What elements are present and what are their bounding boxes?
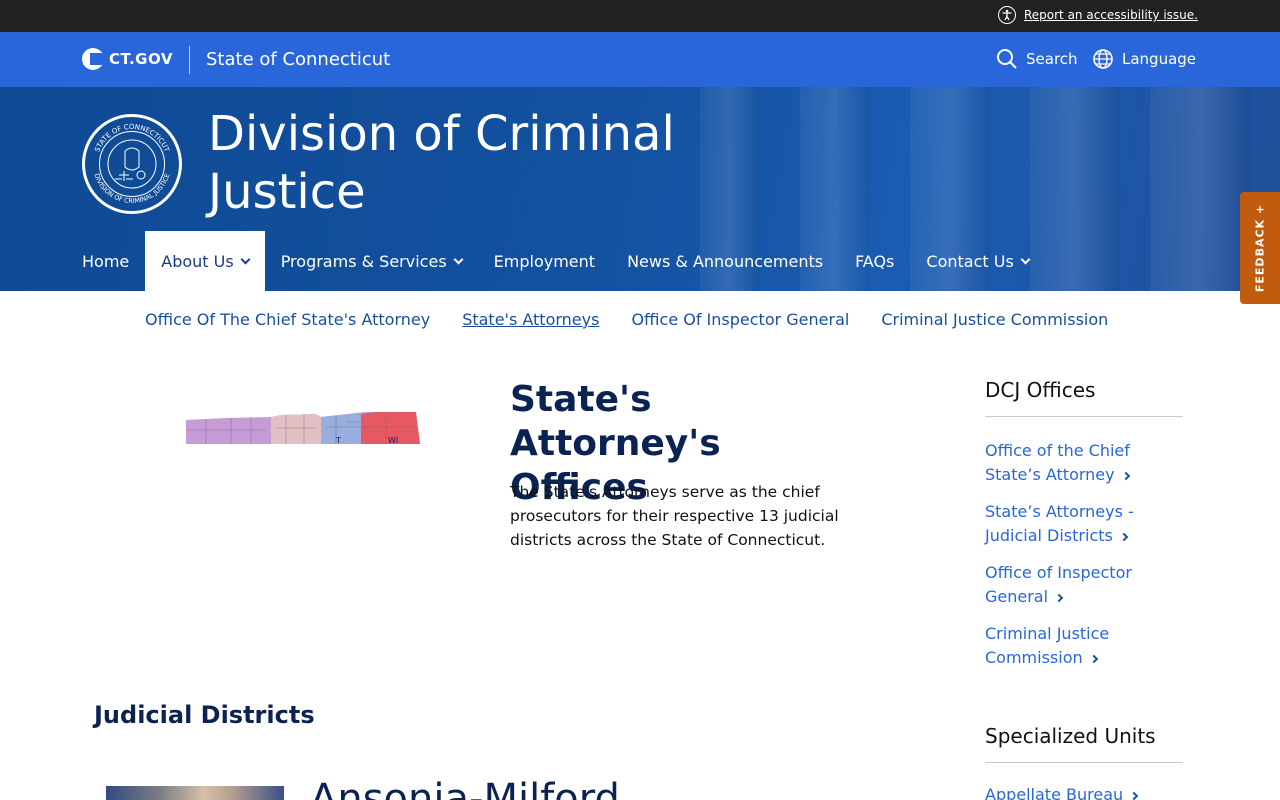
ct-gov-header: CT.GOV State of Connecticut Search Langu… bbox=[0, 32, 1280, 87]
sub-nav: Office Of The Chief State's Attorney Sta… bbox=[145, 310, 1108, 329]
nav-label: News & Announcements bbox=[627, 251, 824, 271]
header-divider bbox=[189, 46, 190, 74]
nav-item-employment[interactable]: Employment bbox=[478, 231, 611, 291]
sidebar-heading: Specialized Units bbox=[985, 724, 1183, 763]
state-name-link[interactable]: State of Connecticut bbox=[206, 49, 390, 70]
intro-text: The State's Attorneys serve as the chief… bbox=[510, 483, 839, 549]
ct-gov-logo[interactable]: CT.GOV bbox=[82, 48, 173, 70]
nav-item-programs-services[interactable]: Programs & Services bbox=[265, 231, 478, 291]
sidebar-specialized-units: Specialized Units Appellate Bureau bbox=[985, 724, 1183, 800]
nav-item-faqs[interactable]: FAQs bbox=[839, 231, 910, 291]
main-nav: Home About Us Programs & Services Employ… bbox=[82, 231, 1045, 291]
subnav-chief-states-attorney[interactable]: Office Of The Chief State's Attorney bbox=[145, 310, 430, 329]
district-heading[interactable]: Ansonia-Milford bbox=[310, 776, 620, 800]
accessibility-link[interactable]: Report an accessibility issue. bbox=[1024, 8, 1198, 22]
subnav-criminal-justice-commission[interactable]: Criminal Justice Commission bbox=[881, 310, 1108, 329]
chevron-down-icon bbox=[240, 254, 251, 264]
sidebar-link-chief-states-attorney[interactable]: Office of the Chief State’s Attorney bbox=[985, 439, 1183, 487]
utility-bar: Report an accessibility issue. bbox=[0, 0, 1280, 32]
chevron-down-icon bbox=[453, 254, 464, 264]
feedback-label: FEEDBACK + bbox=[1253, 203, 1267, 293]
globe-icon bbox=[1093, 49, 1113, 69]
chevron-right-icon bbox=[1089, 654, 1098, 664]
sidebar-dcj-offices: DCJ Offices Office of the Chief State’s … bbox=[985, 378, 1183, 683]
nav-item-contact-us[interactable]: Contact Us bbox=[910, 231, 1044, 291]
nav-label: Contact Us bbox=[926, 251, 1014, 271]
nav-label: Home bbox=[82, 251, 130, 271]
nav-item-news[interactable]: News & Announcements bbox=[611, 231, 839, 291]
sidebar-link-appellate-bureau[interactable]: Appellate Bureau bbox=[985, 783, 1183, 800]
ct-logo-icon bbox=[82, 48, 104, 70]
search-label: Search bbox=[1026, 50, 1078, 68]
search-icon bbox=[997, 49, 1017, 69]
chevron-down-icon bbox=[1020, 254, 1031, 264]
map-label: WI bbox=[388, 436, 398, 444]
chevron-right-icon bbox=[1054, 593, 1064, 603]
language-label: Language bbox=[1122, 50, 1197, 68]
sidebar-link-criminal-justice-commission[interactable]: Criminal Justice Commission bbox=[985, 622, 1183, 670]
district-attorney-photo bbox=[106, 786, 284, 800]
chevron-right-icon bbox=[1121, 471, 1130, 481]
nav-item-home[interactable]: Home bbox=[82, 231, 145, 291]
sidebar-link-states-attorneys[interactable]: State’s Attorneys - Judicial Districts bbox=[985, 500, 1183, 548]
judicial-districts-map: T WI bbox=[186, 412, 420, 444]
nav-label: Programs & Services bbox=[280, 251, 447, 271]
sidebar-link-inspector-general[interactable]: Office of Inspector General bbox=[985, 561, 1183, 609]
accessibility-icon bbox=[997, 6, 1016, 24]
feedback-button[interactable]: FEEDBACK + bbox=[1240, 192, 1280, 304]
site-title: Division of Criminal Justice bbox=[208, 106, 675, 220]
section-heading-judicial-districts: Judicial Districts bbox=[94, 701, 315, 729]
logo-text: CT.GOV bbox=[109, 50, 173, 68]
search-button[interactable]: Search bbox=[996, 48, 1078, 70]
nav-label: About Us bbox=[161, 251, 234, 271]
accessibility-report[interactable]: Report an accessibility issue. bbox=[997, 6, 1198, 24]
chevron-right-icon bbox=[1129, 791, 1139, 800]
language-button[interactable]: Language bbox=[1092, 48, 1196, 70]
nav-label: FAQs bbox=[855, 251, 895, 271]
chevron-right-icon bbox=[1119, 532, 1129, 542]
subnav-inspector-general[interactable]: Office Of Inspector General bbox=[631, 310, 849, 329]
nav-item-about-us[interactable]: About Us bbox=[145, 231, 265, 291]
sidebar-heading: DCJ Offices bbox=[985, 378, 1183, 417]
nav-label: Employment bbox=[493, 251, 596, 271]
dcj-seal-logo[interactable]: STATE OF CONNECTICUT DIVISION OF CRIMINA… bbox=[82, 114, 182, 214]
map-label: T bbox=[335, 436, 341, 444]
subnav-states-attorneys[interactable]: State's Attorneys bbox=[462, 310, 599, 329]
